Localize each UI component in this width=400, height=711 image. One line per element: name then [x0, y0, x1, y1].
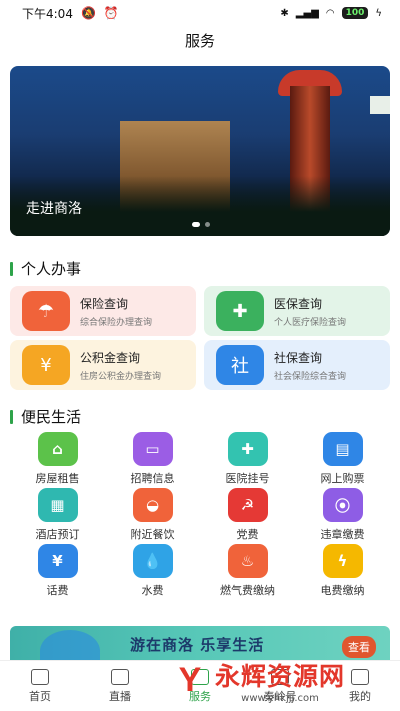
umbrella-icon: ☂ — [22, 291, 70, 331]
carousel-indicator — [192, 222, 210, 227]
card-subtitle: 综合保险办理查询 — [80, 317, 153, 328]
section-life-title: 便民生活 — [10, 406, 81, 427]
tab-label: 首页 — [29, 689, 51, 703]
carousel-dot[interactable] — [205, 222, 210, 227]
shield-plus-icon: ✚ — [216, 291, 264, 331]
service-item-label: 网上购票 — [320, 472, 365, 485]
service-item-label: 党费 — [236, 528, 259, 541]
service-item-flame[interactable]: ♨ 燃气费缴纳 — [200, 544, 295, 600]
house-icon: ⌂ — [37, 432, 78, 466]
card-title: 医保查询 — [274, 296, 323, 311]
wifi-icon: ◠ — [325, 7, 335, 19]
service-item-house[interactable]: ⌂ 房屋租售 — [10, 432, 105, 488]
banner-caption: 走进商洛 — [26, 201, 82, 217]
service-item-label: 招聘信息 — [130, 472, 175, 485]
service-item-briefcase[interactable]: ▭ 招聘信息 — [105, 432, 200, 488]
tab-home[interactable]: 首页 — [0, 661, 80, 711]
section-accent-bar — [10, 261, 13, 276]
card-subtitle: 个人医疗保险查询 — [274, 317, 347, 328]
page-title: 服务 — [184, 32, 215, 50]
ticket-icon: ▤ — [322, 432, 363, 466]
card-title: 公积金查询 — [80, 350, 141, 365]
traffic-light-icon: ⦿ — [322, 488, 363, 522]
watermark-url: www.yhkjjj.com — [241, 693, 319, 704]
card-subtitle: 社会保险综合查询 — [274, 371, 347, 382]
status-time: 下午4:04 — [22, 6, 73, 21]
service-item-hotel[interactable]: ▦ 酒店预订 — [10, 488, 105, 544]
carousel-dot-active[interactable] — [192, 222, 200, 227]
service-item-traffic-light[interactable]: ⦿ 违章缴费 — [295, 488, 390, 544]
service-item-party-emblem[interactable]: ☭ 党费 — [200, 488, 295, 544]
alarm-icon: ⏰ — [103, 6, 119, 20]
service-item-water-drop[interactable]: 💧 水费 — [105, 544, 200, 600]
medical-kit-icon: ✚ — [227, 432, 268, 466]
charging-icon: ϟ — [375, 7, 382, 19]
banner-carousel[interactable]: 走进商洛 — [10, 66, 390, 236]
service-item-label: 酒店预订 — [35, 528, 80, 541]
signal-icon: ▂▄▆ — [295, 7, 319, 19]
tab-live[interactable]: 直播 — [80, 661, 160, 711]
watermark-logo-icon: Y — [178, 661, 202, 699]
service-item-ticket[interactable]: ▤ 网上购票 — [295, 432, 390, 488]
service-item-label: 电费缴纳 — [320, 584, 365, 597]
status-bar: 下午4:04 🔕 ⏰ ✱ ▂▄▆ ◠ 100 ϟ — [0, 0, 400, 26]
housing-fund-card[interactable]: ¥ 公积金查询 住房公积金办理查询 — [10, 340, 196, 390]
service-item-label: 燃气费缴纳 — [220, 584, 275, 597]
service-item-medical-kit[interactable]: ✚ 医院挂号 — [200, 432, 295, 488]
section-life-label: 便民生活 — [21, 408, 82, 426]
bluetooth-icon: ✱ — [280, 7, 289, 19]
banner-sign — [370, 96, 390, 114]
house-money-icon: ¥ — [22, 345, 70, 385]
service-item-label: 违章缴费 — [320, 528, 365, 541]
phone-bill-icon: ¥ — [37, 544, 78, 578]
social-security-card[interactable]: 社 社保查询 社会保险综合查询 — [204, 340, 390, 390]
social-security-icon: 社 — [216, 345, 264, 385]
service-item-lightning[interactable]: ϟ 电费缴纳 — [295, 544, 390, 600]
section-accent-bar — [10, 409, 13, 424]
tv-icon — [111, 668, 129, 685]
service-item-label: 附近餐饮 — [130, 528, 175, 541]
water-drop-icon: 💧 — [132, 544, 173, 578]
medical-insurance-card[interactable]: ✚ 医保查询 个人医疗保险查询 — [204, 286, 390, 336]
service-item-label: 房屋租售 — [35, 472, 80, 485]
home-icon — [31, 668, 49, 685]
card-title: 社保查询 — [274, 350, 323, 365]
card-title: 保险查询 — [80, 296, 129, 311]
hotel-icon: ▦ — [37, 488, 78, 522]
section-personal-title: 个人办事 — [10, 258, 81, 279]
service-item-label: 水费 — [141, 584, 164, 597]
briefcase-icon: ▭ — [132, 432, 173, 466]
card-subtitle: 住房公积金办理查询 — [80, 371, 162, 382]
service-item-phone-bill[interactable]: ¥ 话费 — [10, 544, 105, 600]
watermark-overlay: Y 永辉资源网 www.yhkjjj.com — [165, 650, 400, 711]
section-personal-label: 个人办事 — [21, 260, 82, 278]
battery-icon: 100 — [341, 7, 369, 19]
convenience-grid: ⌂ 房屋租售 ▭ 招聘信息 ✚ 医院挂号 ▤ 网上购票 ▦ 酒店预订 ◒ 附近餐饮 ☭ 党费 ⦿ 违章缴费 ¥ 话… — [10, 432, 390, 600]
service-item-label: 话费 — [46, 584, 69, 597]
party-emblem-icon: ☭ — [227, 488, 268, 522]
tab-label: 直播 — [109, 689, 131, 703]
mute-icon: 🔕 — [80, 6, 96, 20]
lightning-icon: ϟ — [322, 544, 363, 578]
service-item-dish[interactable]: ◒ 附近餐饮 — [105, 488, 200, 544]
flame-icon: ♨ — [227, 544, 268, 578]
service-item-label: 医院挂号 — [225, 472, 270, 485]
dish-icon: ◒ — [132, 488, 173, 522]
insurance-query-card[interactable]: ☂ 保险查询 综合保险办理查询 — [10, 286, 196, 336]
watermark-title: 永辉资源网 — [215, 662, 346, 691]
